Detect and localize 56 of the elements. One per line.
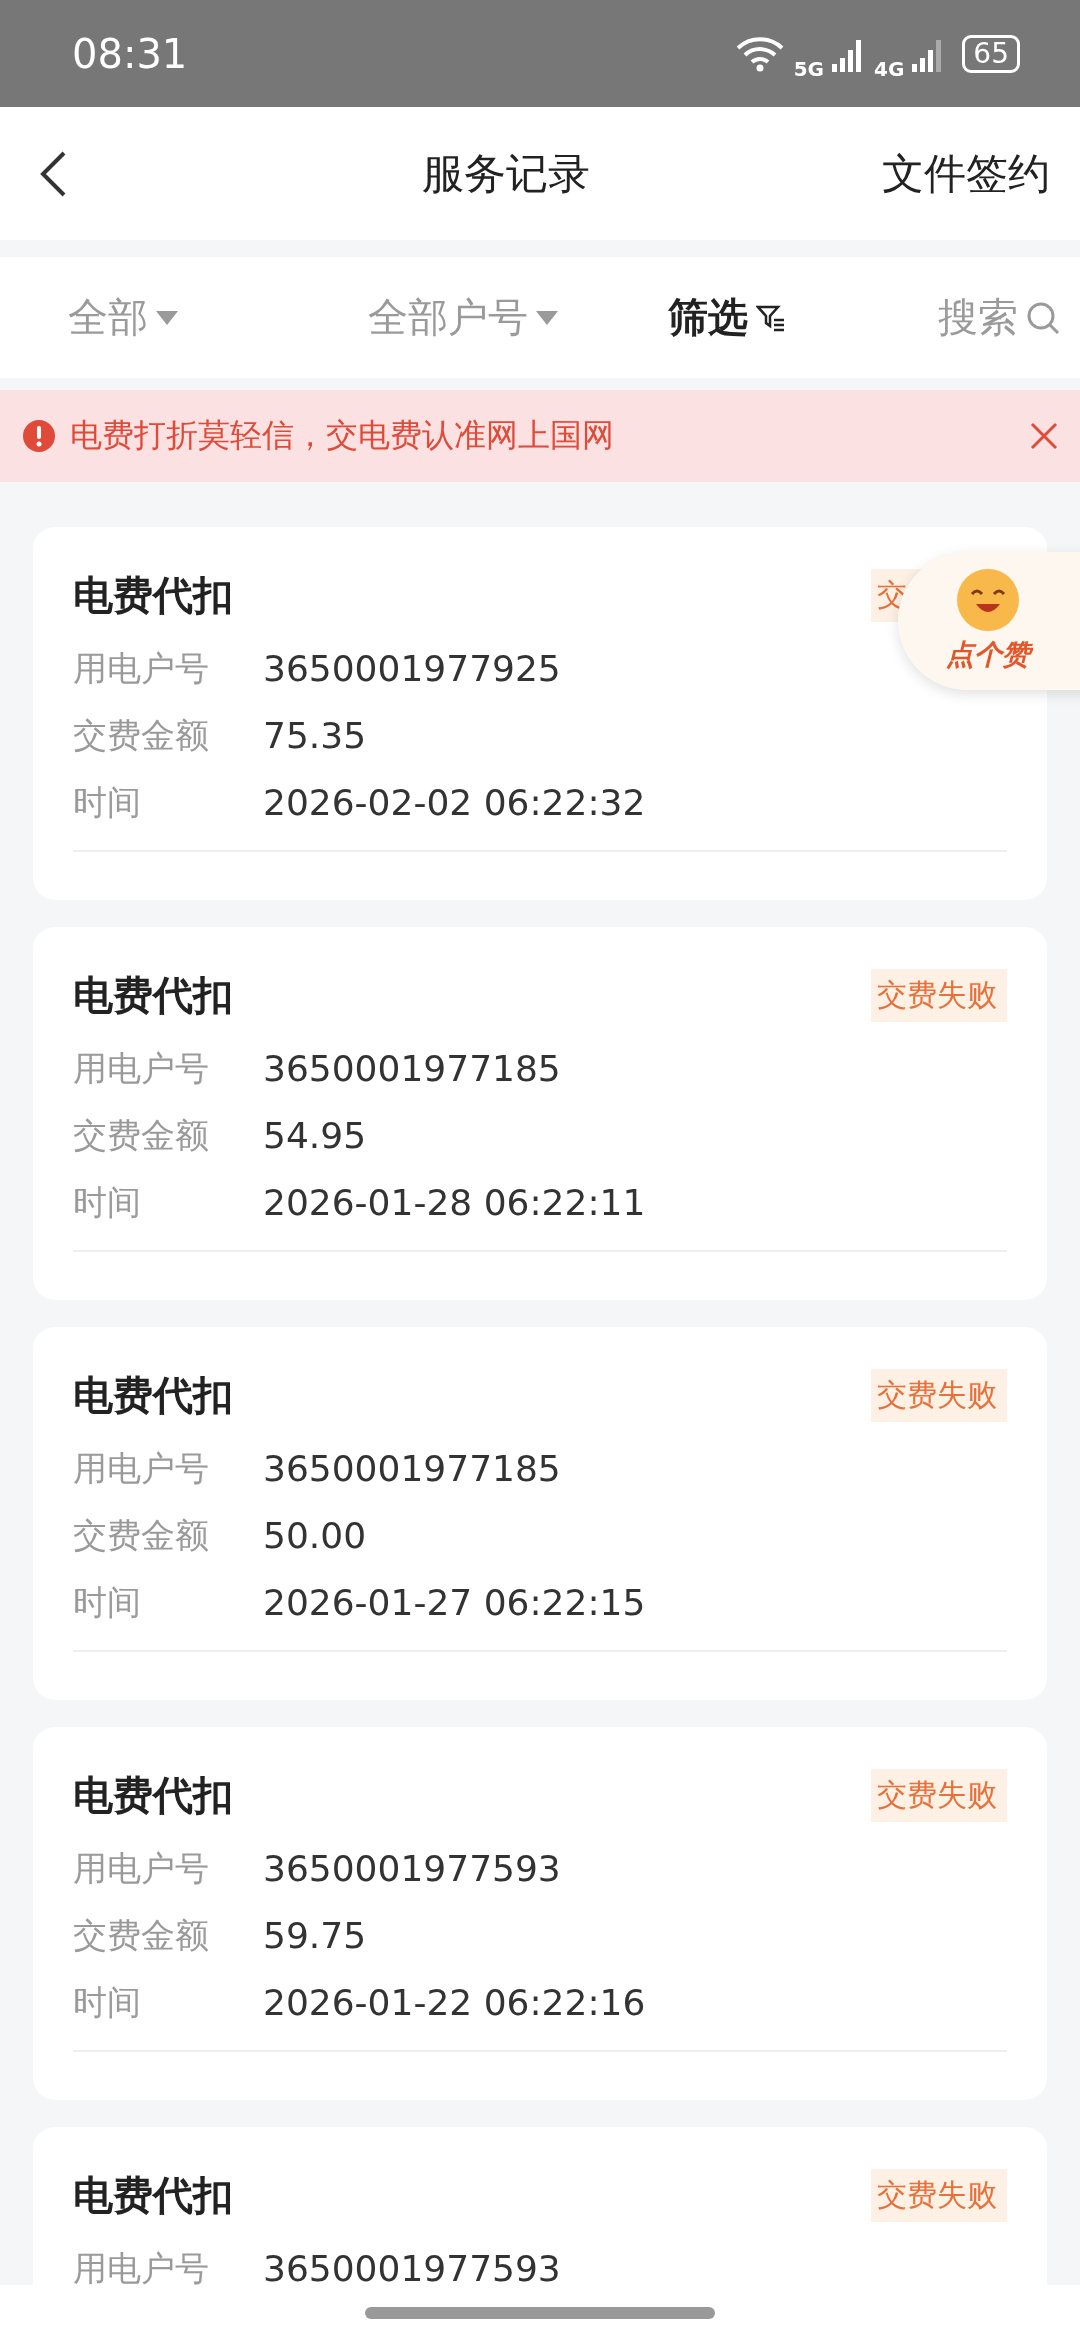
record-title: 电费代扣	[73, 2170, 233, 2220]
field-value: 2026-02-02 06:22:32	[263, 782, 646, 823]
field-label: 交费金额	[73, 1113, 210, 1157]
filter-icon	[756, 303, 786, 332]
network-type: 5G	[793, 56, 824, 81]
network-type: 4G	[874, 56, 905, 81]
field-value: 3650001977185	[263, 1448, 561, 1489]
caret-icon	[536, 310, 558, 325]
field-label: 用电户号	[73, 646, 210, 690]
field-label: 时间	[73, 1180, 142, 1224]
status-tag: 交费失败	[871, 968, 1007, 1022]
field-label: 用电户号	[73, 2246, 210, 2285]
caret-icon	[156, 310, 178, 325]
field-value: 54.95	[263, 1115, 367, 1156]
field-label: 时间	[73, 1980, 142, 2024]
close-icon[interactable]	[1030, 422, 1058, 450]
home-indicator[interactable]	[365, 2306, 715, 2319]
field-label: 用电户号	[73, 1846, 210, 1890]
status-tag: 交费失败	[871, 1768, 1007, 1822]
wifi-icon	[735, 35, 784, 72]
record-title: 电费代扣	[73, 970, 233, 1020]
field-value: 3650001977593	[263, 1848, 561, 1889]
record-title: 电费代扣	[73, 570, 233, 620]
search-icon	[1026, 300, 1060, 335]
field-label: 交费金额	[73, 1513, 210, 1557]
field-label: 时间	[73, 780, 142, 824]
alert-icon	[22, 419, 56, 453]
field-value: 59.75	[263, 1915, 367, 1956]
smiley-icon	[956, 568, 1020, 632]
field-label: 交费金额	[73, 1913, 210, 1957]
field-label: 用电户号	[73, 1446, 210, 1490]
field-value: 3650001977925	[263, 648, 561, 689]
field-value: 2026-01-27 06:22:15	[263, 1582, 646, 1623]
status-tag: 交费失败	[871, 1368, 1007, 1422]
record-card[interactable]: 电费代扣 交费失败 用电户号 3650001977593 交费金额 59.75 时间 2026-01-22 06:22:16	[33, 1727, 1047, 2100]
page-title: 服务记录	[421, 147, 591, 200]
status-tag: 交费失败	[871, 2168, 1007, 2222]
field-value: 75.35	[263, 715, 367, 756]
record-card[interactable]: 电费代扣 交费失败 用电户号 3650001977593	[33, 2127, 1047, 2285]
record-card[interactable]: 电费代扣 交费失败 用电户号 3650001977185 交费金额 54.95 时间 2026-01-28 06:22:11	[33, 927, 1047, 1300]
field-value: 2026-01-22 06:22:16	[263, 1982, 646, 2023]
status-time: 08:31	[72, 30, 189, 77]
record-title: 电费代扣	[73, 1370, 233, 1420]
contract-link[interactable]: 文件签约	[882, 145, 1050, 202]
battery-level: 65	[962, 34, 1020, 73]
field-label: 用电户号	[73, 1046, 210, 1090]
field-value: 50.00	[263, 1515, 367, 1556]
field-label: 时间	[73, 1580, 142, 1624]
record-card[interactable]: 电费代扣 交费失败 用电户号 3650001977185 交费金额 50.00 时间 2026-01-27 06:22:15	[33, 1327, 1047, 1700]
field-value: 2026-01-28 06:22:11	[263, 1182, 646, 1223]
notice-text: 电费打折莫轻信，交电费认准网上国网	[70, 415, 615, 456]
record-title: 电费代扣	[73, 1770, 233, 1820]
field-value: 3650001977185	[263, 1048, 561, 1089]
field-value: 3650001977593	[263, 2248, 561, 2285]
field-label: 交费金额	[73, 713, 210, 757]
filter-tab[interactable]: 筛选	[668, 290, 938, 345]
